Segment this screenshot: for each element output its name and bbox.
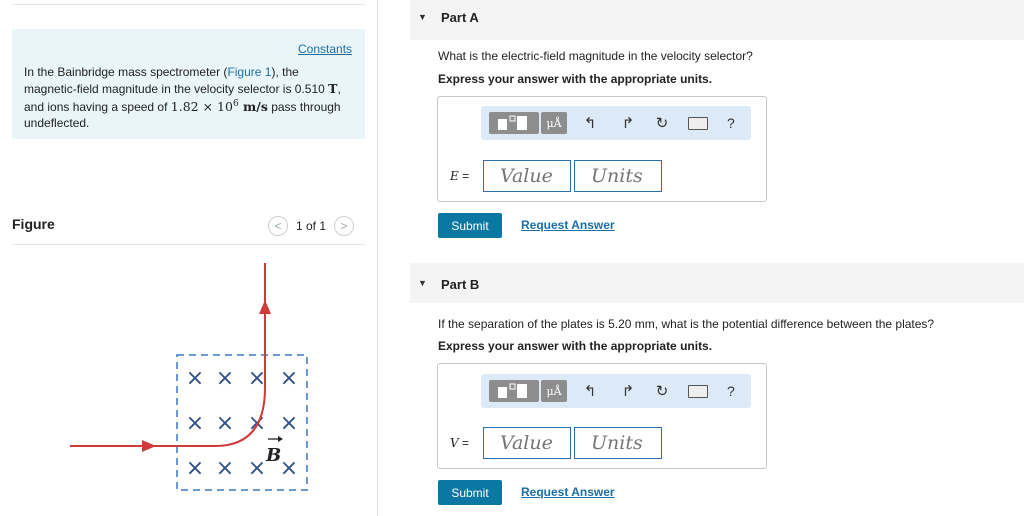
help-button[interactable]: ? [727, 381, 735, 401]
field-cross: × [186, 456, 204, 481]
reset-icon[interactable]: ↻ [653, 113, 671, 133]
part-b-units-input[interactable] [574, 427, 662, 459]
vector-arrow-head [278, 436, 283, 442]
prev-figure-button[interactable]: < [268, 216, 288, 236]
path-arrow-horizontal [142, 440, 156, 452]
field-cross: × [280, 366, 298, 391]
field-cross: × [248, 366, 266, 391]
templates-icon [498, 383, 527, 398]
variable-v: V [450, 436, 459, 450]
redo-icon[interactable]: ↱ [619, 113, 637, 133]
path-arrow-vertical [259, 300, 271, 314]
help-button[interactable]: ? [727, 113, 735, 133]
next-figure-button[interactable]: > [334, 216, 355, 236]
problem-intro-text: In the Bainbridge mass spectrometer (Fig… [24, 65, 354, 131]
part-a-title: Part A [441, 10, 479, 25]
figure-pager: < 1 of 1 > [268, 216, 355, 236]
figure-page-indicator: 1 of 1 [296, 219, 327, 233]
part-b-submit-button[interactable]: Submit [438, 480, 502, 505]
part-b-title: Part B [441, 277, 480, 292]
field-cross: × [186, 366, 204, 391]
part-b-instruction: Express your answer with the appropriate… [438, 339, 713, 353]
speed-value: 1.82 × 10 [170, 99, 233, 114]
part-b-question: If the separation of the plates is 5.20 … [438, 317, 935, 331]
part-a-header[interactable]: ▼ Part A [410, 0, 1024, 40]
intro-text-1: In the Bainbridge mass spectrometer ( [24, 65, 228, 79]
figure-link[interactable]: Figure 1 [227, 65, 271, 79]
figure-heading: Figure [12, 216, 55, 232]
templates-button[interactable] [489, 112, 539, 134]
field-cross: × [186, 411, 204, 436]
field-cross: × [216, 411, 234, 436]
keyboard-icon[interactable] [688, 117, 708, 130]
variable-e: E [450, 169, 459, 183]
part-b-request-answer-link[interactable]: Request Answer [521, 485, 615, 499]
part-a-variable-label: E = [450, 169, 470, 183]
field-cross: × [216, 366, 234, 391]
reset-icon[interactable]: ↻ [653, 381, 671, 401]
part-b-header[interactable]: ▼ Part B [410, 263, 1024, 303]
collapse-caret-icon[interactable]: ▼ [418, 12, 427, 22]
spectrometer-figure: × × × ×× × × ×× × × × B [70, 263, 308, 491]
field-cross: × [248, 456, 266, 481]
part-a-instruction: Express your answer with the appropriate… [438, 72, 713, 86]
top-divider [12, 4, 365, 5]
part-a-value-input[interactable] [483, 160, 571, 192]
keyboard-icon[interactable] [688, 385, 708, 398]
constants-link[interactable]: Constants [298, 42, 352, 56]
templates-button[interactable] [489, 380, 539, 402]
undo-icon[interactable]: ↰ [581, 113, 599, 133]
templates-icon [498, 115, 527, 130]
field-label-b: B [265, 445, 281, 466]
column-divider [377, 0, 378, 516]
field-cross: × [280, 411, 298, 436]
part-a-submit-button[interactable]: Submit [438, 213, 502, 238]
figure-divider [12, 244, 365, 245]
collapse-caret-icon[interactable]: ▼ [418, 278, 427, 288]
redo-icon[interactable]: ↱ [619, 381, 637, 401]
units-symbols-button[interactable]: μÅ [541, 112, 567, 134]
field-cross: × [216, 456, 234, 481]
part-b-variable-label: V = [450, 436, 470, 450]
field-cross: × [280, 456, 298, 481]
units-symbols-button[interactable]: μÅ [541, 380, 567, 402]
ion-path [70, 263, 266, 447]
part-a-question: What is the electric-field magnitude in … [438, 49, 753, 63]
undo-icon[interactable]: ↰ [581, 381, 599, 401]
part-b-math-toolbar: μÅ ↰ ↱ ↻ ? [481, 374, 751, 408]
part-a-request-answer-link[interactable]: Request Answer [521, 218, 615, 232]
speed-unit: m/s [238, 99, 268, 114]
part-a-units-input[interactable] [574, 160, 662, 192]
part-a-math-toolbar: μÅ ↰ ↱ ↻ ? [481, 106, 751, 140]
magnetic-field-crosses: × × × ×× × × ×× × × × [186, 366, 298, 481]
part-b-value-input[interactable] [483, 427, 571, 459]
